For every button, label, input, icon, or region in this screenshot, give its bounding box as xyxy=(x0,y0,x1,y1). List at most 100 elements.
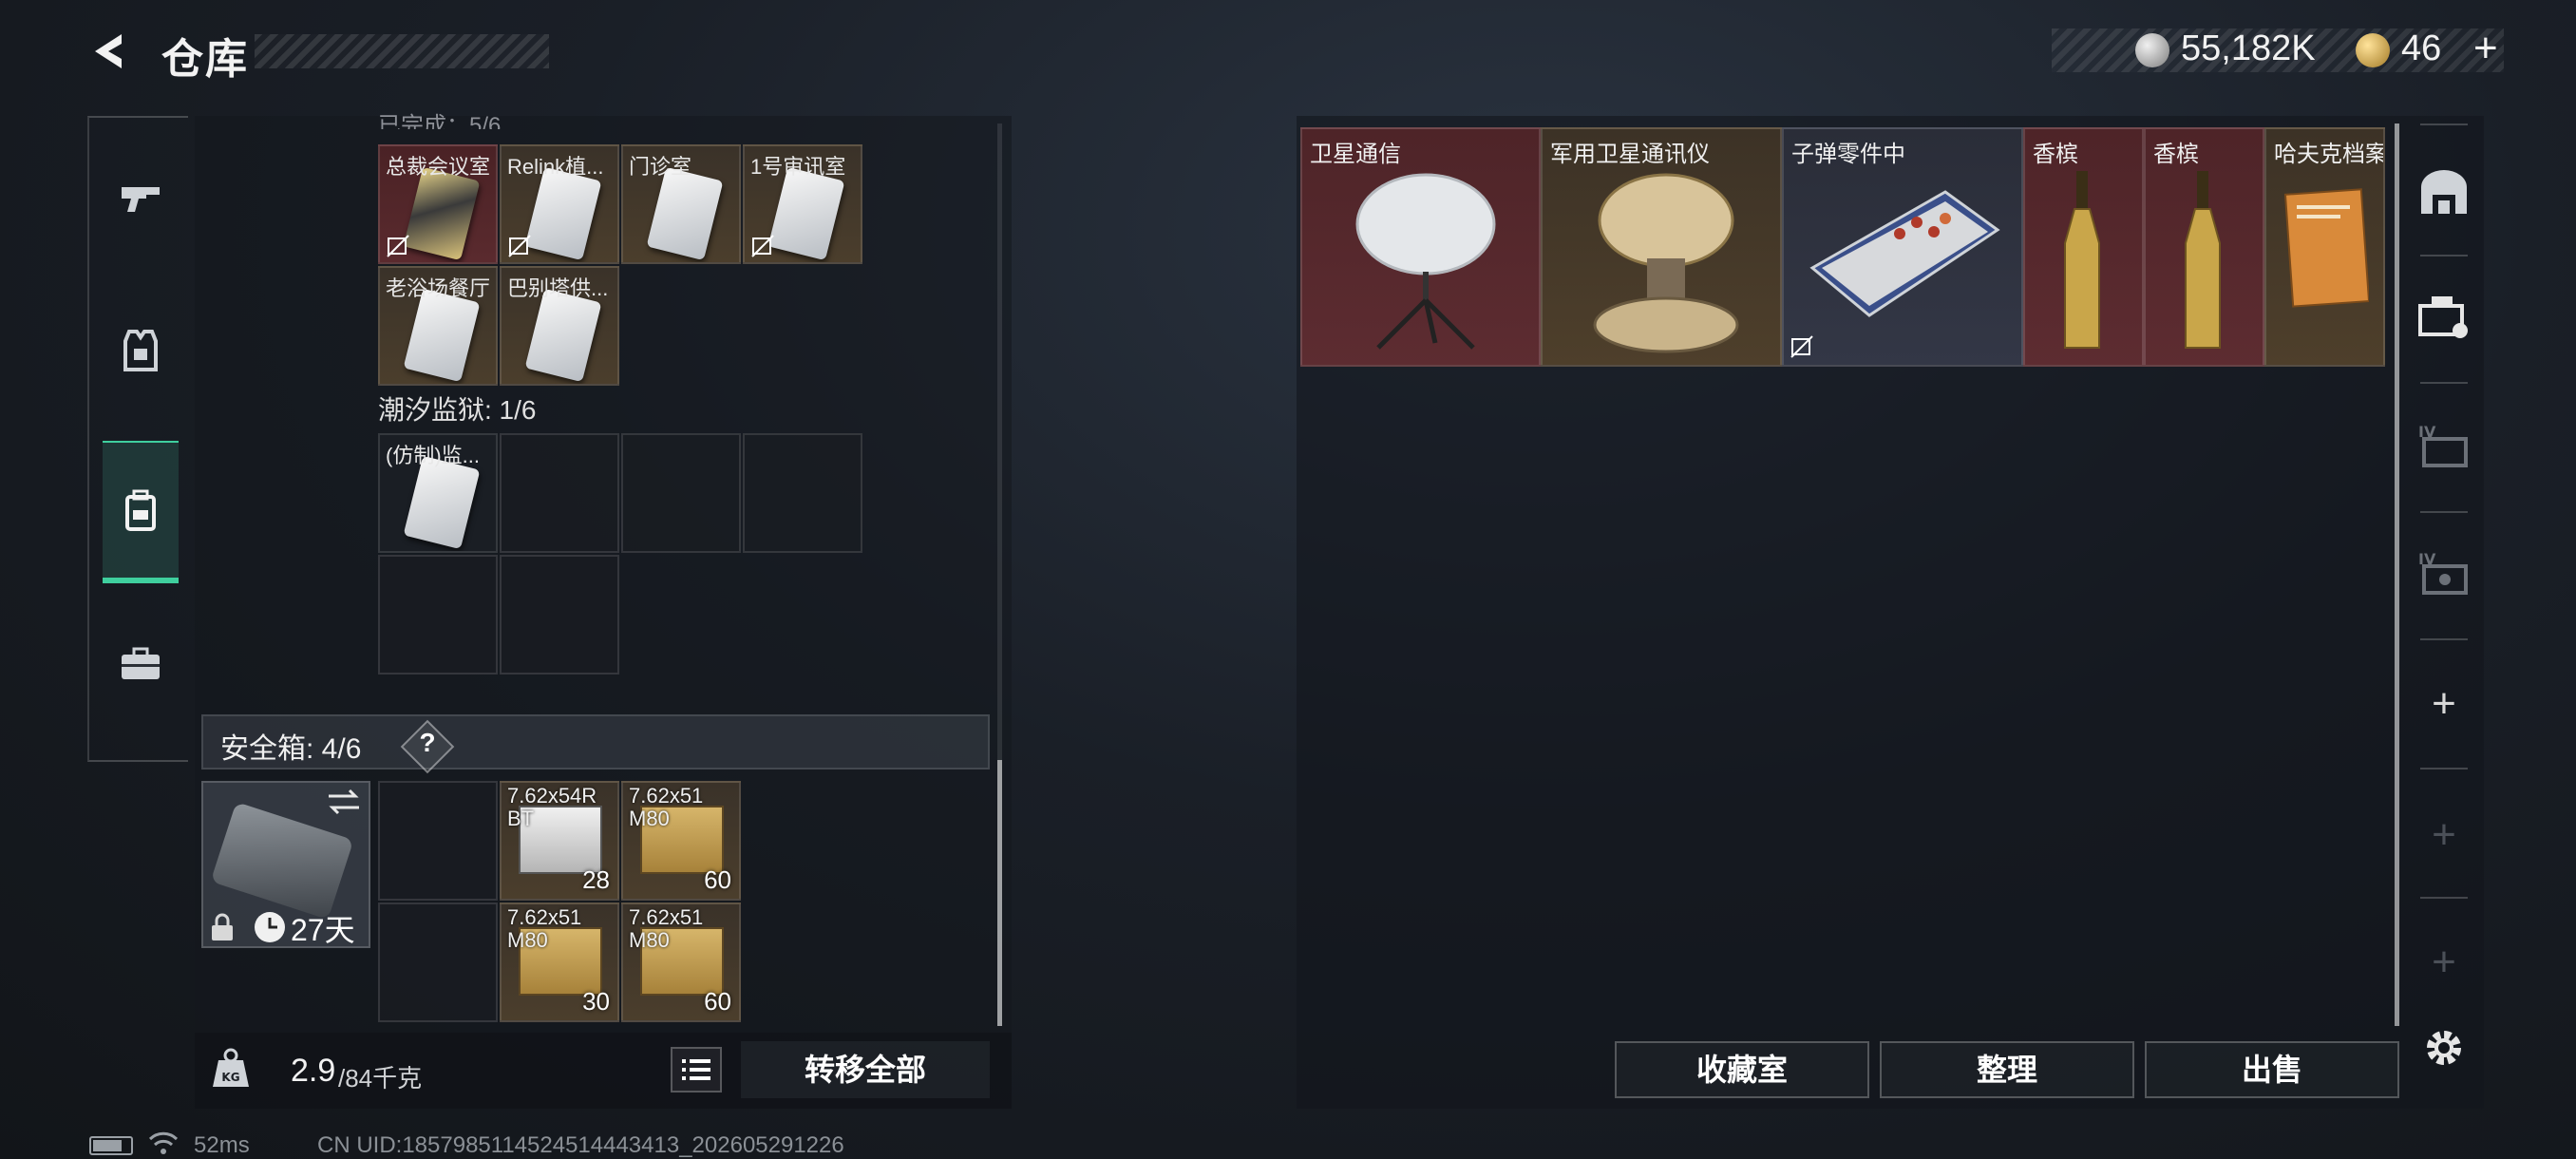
vault-button[interactable]: 收藏室 xyxy=(1615,1041,1869,1098)
rail-divider xyxy=(2420,382,2468,384)
left-tab-rail xyxy=(87,116,188,762)
weight-max: /84千克 xyxy=(338,1064,423,1092)
ammo-slot[interactable]: 7.62x51 M80 60 xyxy=(621,781,741,901)
no-drop-icon xyxy=(508,235,531,257)
item-label: 哈夫克档案 xyxy=(2274,142,2385,167)
empty-slot xyxy=(378,902,498,1022)
list-icon xyxy=(682,1059,710,1080)
plus-icon: + xyxy=(2432,811,2456,858)
gold-coin-icon xyxy=(2356,33,2390,67)
tab-weapons[interactable] xyxy=(103,127,179,270)
keycard-icon xyxy=(403,288,481,383)
keycard-slot[interactable]: Relink植... xyxy=(500,144,619,264)
backpack-icon xyxy=(125,489,156,531)
ammo-slot[interactable]: 7.62x51 M80 30 xyxy=(500,902,619,1022)
ammo-count: 60 xyxy=(704,987,731,1016)
uid-text: CN UID:1857985114524514443413_2026052912… xyxy=(317,1132,844,1158)
folder-tier-icon: IV xyxy=(2418,423,2468,467)
rail-divider xyxy=(2420,255,2468,256)
empty-slot xyxy=(378,555,498,674)
warehouse-icon xyxy=(2421,170,2467,214)
item-label: Relink植... xyxy=(507,155,604,179)
ammo-label: 7.62x51 M80 xyxy=(629,905,704,952)
stash-home-button[interactable] xyxy=(2413,162,2475,224)
no-drop-icon xyxy=(751,235,774,257)
swap-icon[interactable] xyxy=(325,785,363,819)
battery-level xyxy=(93,1140,122,1151)
add-stash-button[interactable]: + xyxy=(2413,673,2475,735)
ammo-count: 60 xyxy=(704,865,731,894)
prison-section-label: 潮汐监狱: 1/6 xyxy=(378,395,537,425)
stash-tab-4[interactable]: IV xyxy=(2413,414,2475,477)
item-label: 1号审讯室 xyxy=(750,155,846,179)
clock-icon xyxy=(255,912,285,942)
empty-slot xyxy=(621,433,741,553)
tab-armor[interactable] xyxy=(103,279,179,422)
rail-divider xyxy=(2420,897,2468,899)
item-label: (仿制)监... xyxy=(386,444,480,467)
gold-value: 46 xyxy=(2401,28,2442,68)
plus-icon: + xyxy=(2432,680,2456,727)
rail-divider xyxy=(2420,511,2468,513)
transfer-all-button[interactable]: 转移全部 xyxy=(741,1041,990,1098)
stash-scrollbar[interactable] xyxy=(2395,124,2399,1026)
stash-item[interactable]: 子弹零件中 xyxy=(1782,127,2023,367)
add-stash-button-locked: + xyxy=(2413,931,2475,994)
gear-icon xyxy=(2427,1031,2461,1065)
rail-divider xyxy=(2420,124,2468,125)
rail-divider xyxy=(2420,638,2468,640)
stash-item[interactable]: 哈夫克档案 xyxy=(2264,127,2385,367)
safebox-days-remaining: 27天 xyxy=(291,913,355,947)
rifle-icon xyxy=(122,187,160,212)
plus-icon: + xyxy=(2432,939,2456,985)
stash-tab-4b[interactable]: IV xyxy=(2413,542,2475,604)
champagne-bottle-icon xyxy=(2064,171,2100,349)
tab-case[interactable] xyxy=(103,593,179,735)
ammo-slot[interactable]: 7.62x51 M80 60 xyxy=(621,902,741,1022)
keycard-slot[interactable]: 总裁会议室 xyxy=(378,144,498,264)
stash-boxes-icon xyxy=(2418,296,2468,338)
keycard-slot[interactable]: 老浴场餐厅 xyxy=(378,266,498,386)
stash-item[interactable]: 香槟 xyxy=(2144,127,2264,367)
ammo-count: 28 xyxy=(582,865,610,894)
left-scrollbar-thumb[interactable] xyxy=(997,760,1002,1026)
empty-slot xyxy=(378,781,498,901)
section-progress-label: 已完成：5/6 xyxy=(378,113,502,129)
keycard-slot[interactable]: 门诊室 xyxy=(621,144,741,264)
safebox-label: 安全箱: 4/6 xyxy=(220,733,362,765)
stash-item[interactable]: 香槟 xyxy=(2023,127,2144,367)
sort-button[interactable]: 整理 xyxy=(1880,1041,2134,1098)
stash-item[interactable]: 军用卫星通讯仪 xyxy=(1541,127,1782,367)
page-title: 仓库 xyxy=(161,36,249,83)
stash-item[interactable]: 卫星通信 xyxy=(1300,127,1541,367)
dossier-icon xyxy=(2283,188,2369,308)
rail-divider xyxy=(2420,768,2468,770)
keycard-icon xyxy=(767,166,845,261)
sell-button[interactable]: 出售 xyxy=(2145,1041,2399,1098)
keycard-slot[interactable]: (仿制)监... xyxy=(378,433,498,553)
tab-backpack[interactable] xyxy=(103,441,179,583)
weight-current: 2.9 xyxy=(291,1053,336,1089)
item-label: 总裁会议室 xyxy=(386,155,491,179)
empty-slot xyxy=(500,433,619,553)
ammo-label: 7.62x54R BT xyxy=(507,784,597,830)
keycard-icon xyxy=(403,166,481,261)
keycard-icon xyxy=(403,455,481,550)
ammo-slot[interactable]: 7.62x54R BT 28 xyxy=(500,781,619,901)
back-button[interactable] xyxy=(87,28,133,74)
settings-button[interactable] xyxy=(2413,1016,2475,1079)
add-gold-button[interactable]: + xyxy=(2473,25,2498,72)
stash-tab-1[interactable] xyxy=(2413,285,2475,348)
keycard-icon xyxy=(524,288,602,383)
wifi-icon xyxy=(148,1131,179,1154)
case-tier-icon: IV xyxy=(2418,550,2468,595)
keycard-slot[interactable]: 1号审讯室 xyxy=(743,144,862,264)
add-stash-button-locked: + xyxy=(2413,804,2475,866)
svg-text:KG: KG xyxy=(221,1071,239,1084)
item-label: 门诊室 xyxy=(629,155,692,179)
champagne-bottle-icon xyxy=(2185,171,2221,349)
ammo-parts-case-icon xyxy=(1809,190,2000,317)
keycard-icon xyxy=(524,166,602,261)
list-view-button[interactable] xyxy=(671,1047,722,1092)
keycard-slot[interactable]: 巴别塔供... xyxy=(500,266,619,386)
